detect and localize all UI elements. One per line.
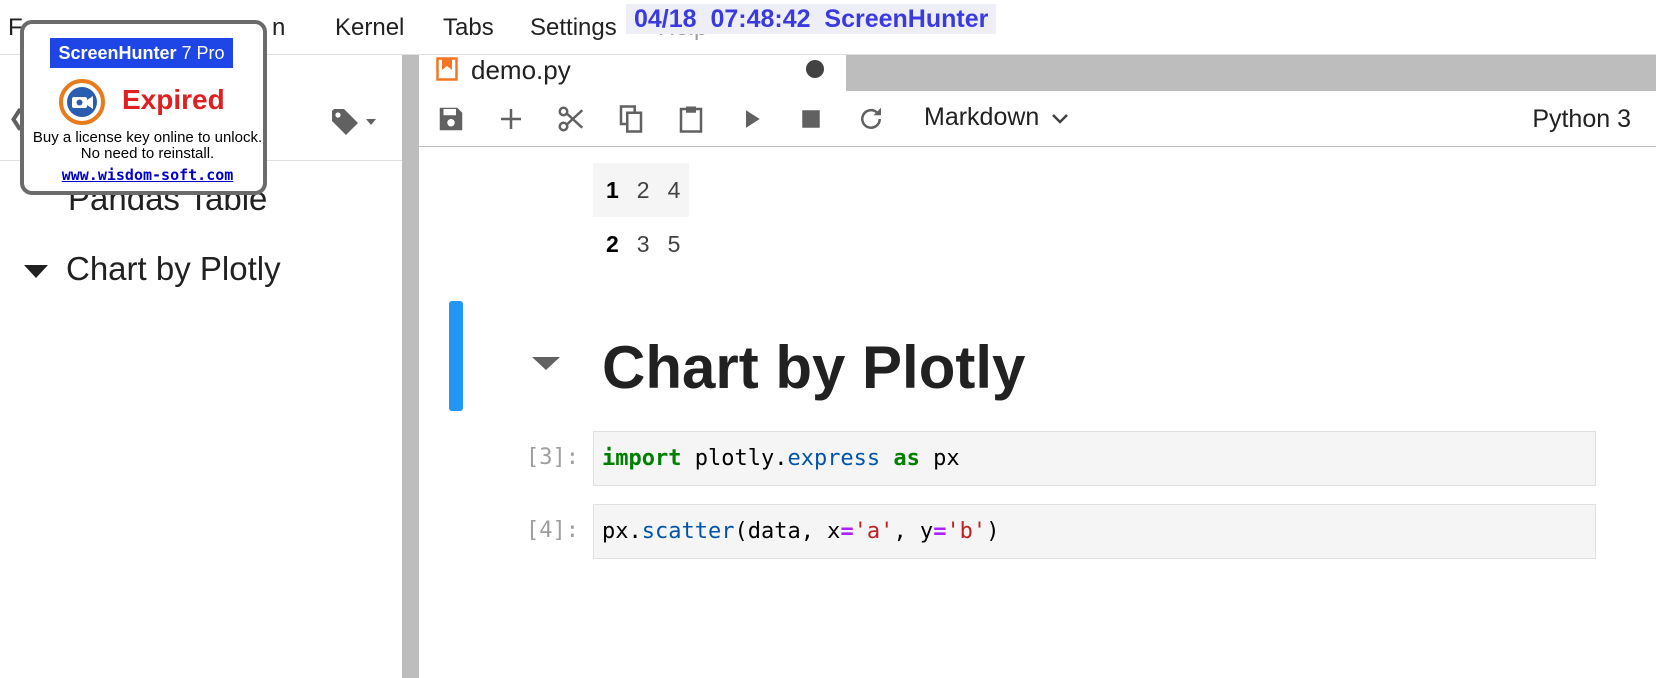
tag-icon[interactable] — [330, 107, 380, 137]
menu-tabs[interactable]: Tabs — [443, 14, 494, 42]
table-cell: 4 — [658, 163, 690, 217]
notebook-toolbar: Markdown Python 3 — [419, 91, 1656, 147]
cell-prompt: [4]: — [526, 518, 579, 543]
menu-run[interactable]: n — [272, 14, 285, 42]
table-cell: 2 — [627, 163, 659, 217]
toc-item-label: Chart by Plotly — [66, 250, 281, 287]
code-text: , y — [893, 519, 934, 544]
tab-demo-py[interactable]: demo.py — [419, 55, 846, 91]
code-attribute: scatter — [641, 519, 735, 544]
code-string: 'a' — [853, 519, 894, 544]
camera-icon — [59, 79, 105, 125]
row-index: 1 — [593, 163, 628, 217]
screenhunter-title-bold: ScreenHunter — [58, 43, 177, 63]
code-cell-editor[interactable]: px.scatter(data, x='a', y='b') — [593, 504, 1596, 559]
add-icon — [501, 109, 521, 129]
cut-icon — [558, 106, 584, 132]
code-text: px. — [602, 519, 642, 544]
screenhunter-expired-popup[interactable]: ScreenHunter 7 Pro Expired Buy a license… — [20, 20, 267, 195]
save-icon — [439, 107, 463, 131]
table-row: 2 3 5 — [593, 217, 689, 271]
paste-icon — [679, 106, 703, 133]
copy-icon — [619, 105, 643, 133]
screenhunter-title-edition: 7 Pro — [176, 43, 225, 63]
code-attribute: express — [787, 446, 881, 471]
code-string: 'b' — [946, 519, 987, 544]
screenhunter-title: ScreenHunter 7 Pro — [50, 38, 233, 68]
code-text: ) — [986, 519, 1000, 544]
code-keyword: as — [893, 446, 920, 471]
cut-button[interactable] — [555, 103, 587, 135]
tab-label: demo.py — [471, 55, 571, 85]
menu-kernel[interactable]: Kernel — [335, 14, 404, 42]
code-keyword: import — [602, 446, 682, 471]
purchase-link[interactable]: www.wisdom-soft.com — [30, 166, 265, 184]
chevron-down-icon — [1052, 113, 1069, 124]
notebook-file-icon — [436, 57, 458, 81]
row-index: 2 — [606, 230, 619, 257]
license-message: Buy a license key online to unlock. No n… — [32, 129, 263, 162]
code-cell-editor[interactable]: import plotly.express as px — [593, 431, 1596, 486]
restart-kernel-button[interactable] — [855, 103, 887, 135]
notebook-area: demo.py Markdown Python 3 1 2 4 2 3 5 Ch… — [419, 55, 1656, 678]
screenhunter-timestamp-watermark: 04/18 07:48:42 ScreenHunter — [626, 4, 997, 34]
markdown-heading[interactable]: Chart by Plotly — [602, 333, 1025, 402]
paste-button[interactable] — [675, 103, 707, 135]
unsaved-dot-icon[interactable] — [806, 60, 824, 78]
license-status: Expired — [122, 84, 225, 115]
table-cell: 5 — [667, 230, 681, 257]
stop-icon — [802, 110, 820, 128]
cell-prompt: [3]: — [526, 445, 579, 470]
collapse-heading-icon[interactable] — [532, 357, 560, 370]
code-text: (data, x — [734, 519, 841, 544]
tab-bar: demo.py — [419, 55, 1656, 91]
kernel-name[interactable]: Python 3 — [1532, 105, 1631, 134]
caret-down-icon[interactable] — [24, 264, 48, 278]
code-operator: = — [933, 519, 947, 544]
cell-type-label: Markdown — [924, 103, 1040, 131]
run-button[interactable] — [735, 103, 767, 135]
dataframe-output: 1 2 4 2 3 5 — [593, 163, 690, 271]
add-cell-button[interactable] — [495, 103, 527, 135]
code-operator: = — [840, 519, 854, 544]
menu-settings[interactable]: Settings — [530, 14, 617, 42]
code-text: px — [919, 446, 960, 471]
panel-splitter[interactable] — [402, 55, 419, 678]
save-button[interactable] — [435, 103, 467, 135]
stop-button[interactable] — [795, 103, 827, 135]
code-text: plotly. — [681, 446, 788, 471]
active-cell-indicator[interactable] — [449, 301, 463, 411]
table-row: 1 2 4 — [593, 163, 690, 217]
cell-type-dropdown[interactable]: Markdown — [924, 103, 1069, 132]
toc-item-chart-by-plotly[interactable]: Chart by Plotly — [24, 250, 281, 288]
table-cell: 3 — [636, 230, 650, 257]
restart-icon — [861, 107, 881, 129]
run-icon — [746, 110, 760, 128]
copy-button[interactable] — [615, 103, 647, 135]
